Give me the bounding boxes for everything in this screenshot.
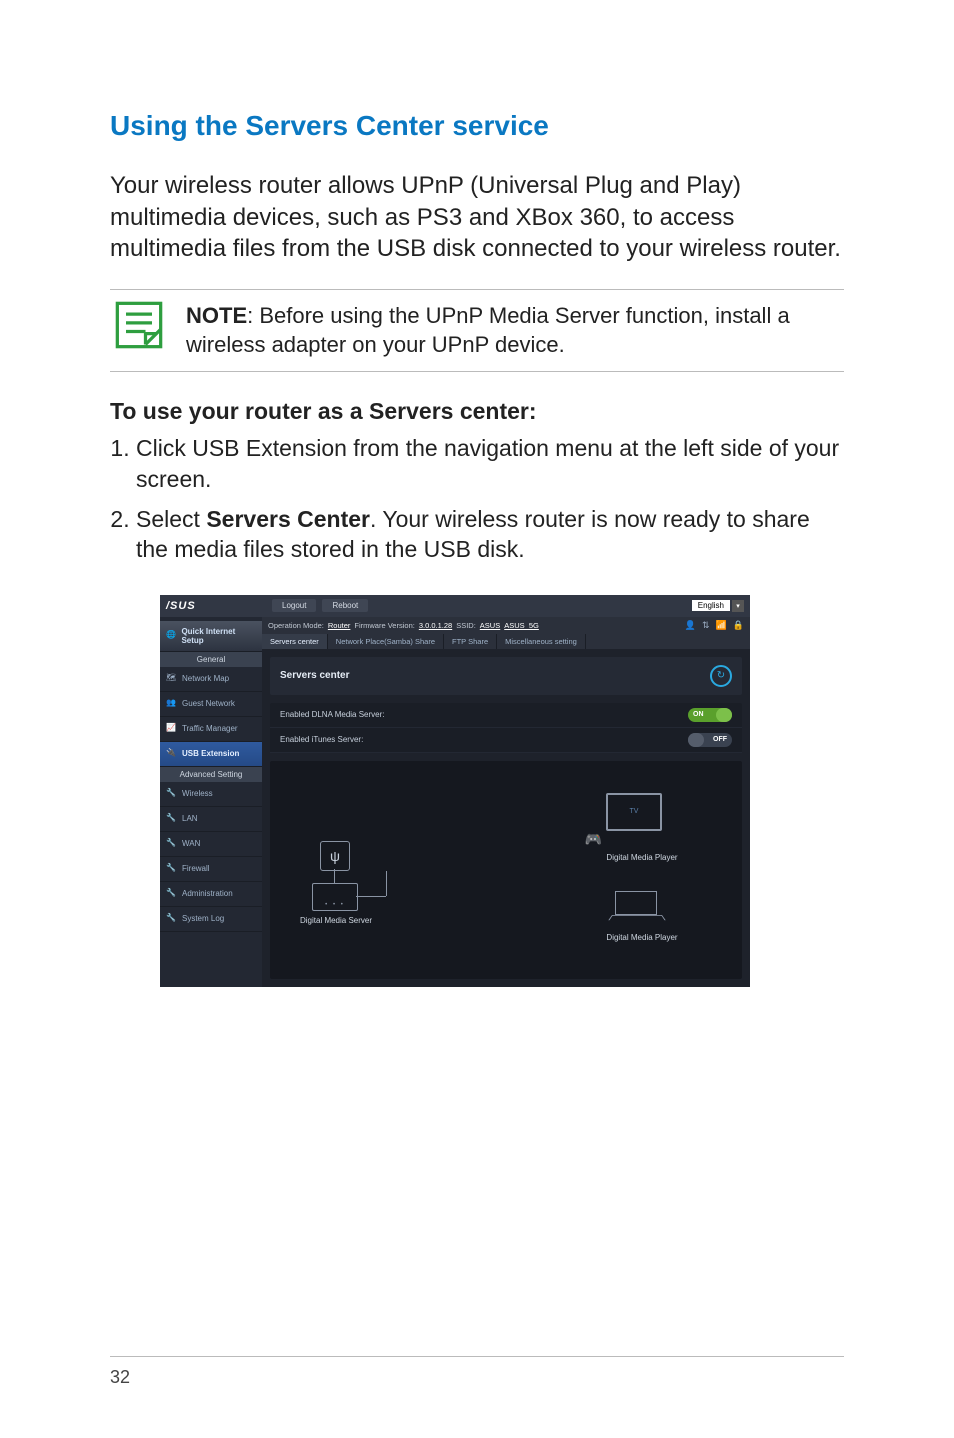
panel-title: Servers center xyxy=(280,670,350,681)
sidebar-lan-label: LAN xyxy=(182,814,198,823)
wrench-icon: 🔧 xyxy=(166,863,178,875)
wrench-icon: 🔧 xyxy=(166,913,178,925)
reboot-button[interactable]: Reboot xyxy=(322,599,368,612)
sidebar-item-syslog[interactable]: 🔧 System Log xyxy=(160,907,262,932)
sidebar-guest-label: Guest Network xyxy=(182,699,235,708)
router-main: Operation Mode: Router Firmware Version:… xyxy=(262,617,750,987)
language-selector[interactable]: English ▾ xyxy=(692,600,744,612)
sidebar-item-wan[interactable]: 🔧 WAN xyxy=(160,832,262,857)
usb-device-icon: ψ xyxy=(320,841,350,871)
intro-paragraph: Your wireless router allows UPnP (Univer… xyxy=(110,170,844,265)
tv-icon: TV xyxy=(606,793,662,831)
ssid1-value[interactable]: ASUS xyxy=(480,621,500,630)
dmp2-label: Digital Media Player xyxy=(582,933,702,942)
dms-label: Digital Media Server xyxy=(276,916,396,925)
sidebar-wan-label: WAN xyxy=(182,839,200,848)
wrench-icon: 🔧 xyxy=(166,788,178,800)
note-body: : Before using the UPnP Media Server fun… xyxy=(186,303,790,357)
usb-icon: 🔌 xyxy=(166,748,178,760)
note-icon xyxy=(110,296,168,354)
panel-header: Servers center ↻ xyxy=(270,657,742,695)
ssid2-value[interactable]: ASUS_5G xyxy=(504,621,539,630)
sidebar-item-wireless[interactable]: 🔧 Wireless xyxy=(160,782,262,807)
sidebar-wireless-label: Wireless xyxy=(182,789,213,798)
note-text: NOTE: Before using the UPnP Media Server… xyxy=(186,296,844,365)
wrench-icon: 🔧 xyxy=(166,888,178,900)
wrench-icon: 🔧 xyxy=(166,838,178,850)
server-pc-icon xyxy=(312,883,358,911)
dmp1-label: Digital Media Player xyxy=(582,853,702,862)
sidebar-usb-label: USB Extension xyxy=(182,749,239,758)
sidebar-item-admin[interactable]: 🔧 Administration xyxy=(160,882,262,907)
itunes-toggle-state: OFF xyxy=(708,736,732,743)
note-label: NOTE xyxy=(186,303,247,328)
sidebar-item-lan[interactable]: 🔧 LAN xyxy=(160,807,262,832)
row-dlna: Enabled DLNA Media Server: ON xyxy=(270,703,742,728)
sidebar-header-advanced: Advanced Setting xyxy=(160,767,262,782)
gauge-icon: 📈 xyxy=(166,723,178,735)
user-icon[interactable]: 👤 xyxy=(685,620,696,631)
sidebar-item-qis[interactable]: 🌐 Quick Internet Setup xyxy=(160,621,262,652)
router-screenshot: /SUS Logout Reboot English ▾ 🌐 Quick Int… xyxy=(160,595,750,987)
usb-status-icon[interactable]: ⇅ xyxy=(702,620,710,631)
status-bar: Operation Mode: Router Firmware Version:… xyxy=(262,617,750,634)
sidebar-network-map-label: Network Map xyxy=(182,674,229,683)
fw-label: Firmware Version: xyxy=(354,621,414,630)
laptop-icon xyxy=(612,891,660,921)
page-footer: 32 xyxy=(110,1356,844,1388)
tab-samba[interactable]: Network Place(Samba) Share xyxy=(328,634,444,649)
settings-panel: Enabled DLNA Media Server: ON Enabled iT… xyxy=(270,703,742,753)
router-sidebar: 🌐 Quick Internet Setup General 🗺 Network… xyxy=(160,617,262,987)
brand-logo: /SUS xyxy=(166,600,266,612)
steps-list: Click USB Extension from the navigation … xyxy=(110,433,844,564)
sidebar-header-general: General xyxy=(160,652,262,667)
itunes-label: Enabled iTunes Server: xyxy=(280,735,363,744)
page-number: 32 xyxy=(110,1367,130,1387)
sidebar-item-usb-extension[interactable]: 🔌 USB Extension xyxy=(160,742,262,767)
sidebar-traffic-label: Traffic Manager xyxy=(182,724,238,733)
step-2-pre: Select xyxy=(136,506,206,532)
sidebar-firewall-label: Firewall xyxy=(182,864,210,873)
topology-diagram: ψ Digital Media Server TV 🎮 Digital Medi… xyxy=(270,761,742,979)
tab-servers-center[interactable]: Servers center xyxy=(262,634,328,649)
row-itunes: Enabled iTunes Server: OFF xyxy=(270,728,742,753)
sidebar-qis-label: Quick Internet Setup xyxy=(181,627,256,645)
globe-icon: 🌐 xyxy=(166,630,177,642)
tab-ftp[interactable]: FTP Share xyxy=(444,634,497,649)
sub-heading: To use your router as a Servers center: xyxy=(110,398,844,425)
ssid-label: SSID: xyxy=(456,621,476,630)
section-title: Using the Servers Center service xyxy=(110,110,844,142)
sidebar-item-firewall[interactable]: 🔧 Firewall xyxy=(160,857,262,882)
map-icon: 🗺 xyxy=(166,673,178,685)
op-mode-value[interactable]: Router xyxy=(328,621,351,630)
dlna-toggle[interactable]: ON xyxy=(688,708,732,722)
fw-value[interactable]: 3.0.0.1.28 xyxy=(419,621,452,630)
router-topbar: /SUS Logout Reboot English ▾ xyxy=(160,595,750,617)
lock-icon[interactable]: 🔒 xyxy=(733,620,744,631)
sidebar-admin-label: Administration xyxy=(182,889,233,898)
gamepad-icon: 🎮 xyxy=(585,831,602,848)
step-2: Select Servers Center. Your wireless rou… xyxy=(136,504,844,565)
note-box: NOTE: Before using the UPnP Media Server… xyxy=(110,289,844,372)
wrench-icon: 🔧 xyxy=(166,813,178,825)
refresh-icon[interactable]: ↻ xyxy=(710,665,732,687)
sidebar-item-traffic[interactable]: 📈 Traffic Manager xyxy=(160,717,262,742)
step-1: Click USB Extension from the navigation … xyxy=(136,433,844,494)
tab-misc[interactable]: Miscellaneous setting xyxy=(497,634,586,649)
chevron-down-icon: ▾ xyxy=(732,600,744,612)
op-mode-label: Operation Mode: xyxy=(268,621,324,630)
dlna-label: Enabled DLNA Media Server: xyxy=(280,710,385,719)
sidebar-item-guest[interactable]: 👥 Guest Network xyxy=(160,692,262,717)
users-icon: 👥 xyxy=(166,698,178,710)
wifi-icon[interactable]: 📶 xyxy=(716,620,727,631)
sidebar-syslog-label: System Log xyxy=(182,914,224,923)
logout-button[interactable]: Logout xyxy=(272,599,316,612)
language-value: English xyxy=(692,600,730,611)
itunes-toggle[interactable]: OFF xyxy=(688,733,732,747)
sidebar-item-network-map[interactable]: 🗺 Network Map xyxy=(160,667,262,692)
step-2-bold: Servers Center xyxy=(206,506,370,532)
dlna-toggle-state: ON xyxy=(688,711,709,718)
tab-bar: Servers center Network Place(Samba) Shar… xyxy=(262,634,750,649)
